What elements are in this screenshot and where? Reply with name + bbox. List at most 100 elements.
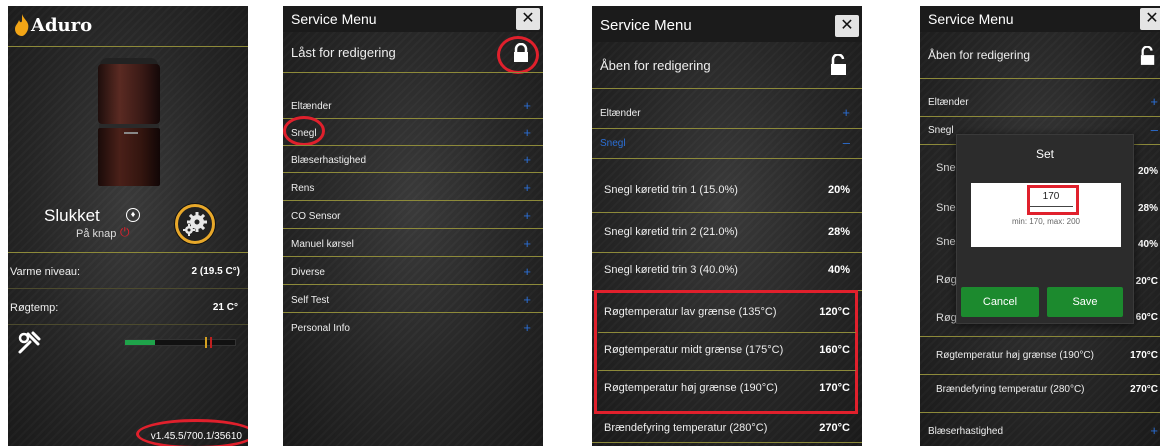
setting-value: 270°C	[1130, 384, 1158, 395]
stove-status: Slukket	[44, 206, 100, 225]
menu-item-self-test[interactable]: Self Test +	[283, 290, 543, 312]
lock-row[interactable]: Åben for redigering	[920, 32, 1160, 76]
menu-item-rens[interactable]: Rens +	[283, 178, 543, 200]
menu-item-diverse[interactable]: Diverse +	[283, 262, 543, 284]
group-eltaender[interactable]: Eltænder +	[592, 102, 862, 126]
setting-label: Røgtemperatur høj grænse (190°C)	[604, 382, 778, 394]
setting-row[interactable]: Røgtemperatur høj grænse (190°C) 170°C	[592, 372, 862, 408]
setting-label: Brændefyring temperatur (280°C)	[604, 422, 768, 434]
close-button[interactable]: ✕	[835, 15, 859, 37]
divider	[592, 442, 862, 443]
expand-icon: +	[523, 264, 531, 279]
setting-label: Snegl køretid trin 3 (40.0%)	[604, 264, 738, 276]
expand-icon: +	[523, 292, 531, 307]
setting-label: Røgtemperatur midt grænse (175°C)	[604, 344, 784, 356]
menu-item-blaeserhastighed[interactable]: Blæserhastighed +	[283, 150, 543, 172]
tools-icon[interactable]	[16, 330, 42, 362]
divider	[598, 332, 856, 333]
divider	[283, 284, 543, 285]
brand-name: Aduro	[31, 14, 93, 36]
service-menu-snegl: Service Menu ✕ Åben for redigering Eltæn…	[592, 6, 862, 446]
expand-icon: +	[523, 125, 531, 140]
power-icon[interactable]: ⏻	[120, 225, 130, 240]
divider	[283, 228, 543, 229]
close-button[interactable]: ✕	[516, 8, 540, 30]
close-button[interactable]: ✕	[1140, 8, 1160, 30]
expand-icon: +	[523, 236, 531, 251]
divider	[920, 412, 1160, 413]
service-menu-locked: Service Menu ✕ Låst for redigering Eltæn…	[283, 6, 543, 446]
status-bar	[124, 337, 236, 348]
collapse-icon: –	[1150, 122, 1158, 137]
menu-item-co-sensor[interactable]: CO Sensor +	[283, 206, 543, 228]
cancel-button[interactable]: Cancel	[961, 287, 1039, 317]
menu-header: Service Menu ✕	[920, 6, 1160, 32]
status-bar-marker-red	[210, 337, 212, 348]
lock-open-icon[interactable]	[1140, 46, 1156, 66]
divider	[8, 252, 248, 253]
divider	[8, 46, 248, 47]
divider	[592, 158, 862, 159]
divider	[920, 116, 1160, 117]
menu-header: Service Menu ✕	[592, 6, 862, 42]
brand-logo: Aduro	[14, 14, 92, 36]
setting-row[interactable]: Snegl køretid trin 2 (21.0%) 28%	[592, 214, 862, 250]
setting-value: 170°C	[1130, 350, 1158, 361]
status-bar-marker	[205, 337, 207, 348]
setting-row[interactable]: Snegl køretid trin 1 (15.0%) 20%	[592, 172, 862, 208]
setting-row[interactable]: Røgtemperatur lav grænse (135°C) 120°C	[592, 296, 862, 332]
menu-header: Service Menu ✕	[283, 6, 543, 32]
dialog-title: Set	[1035, 147, 1054, 161]
setting-value: 20°C	[1135, 276, 1158, 287]
divider	[598, 370, 856, 371]
menu-title: Service Menu	[928, 11, 1014, 27]
setting-row[interactable]: Brændefyring temperatur (280°C) 270°C	[920, 378, 1160, 408]
divider	[283, 200, 543, 201]
heat-level-value[interactable]: 2 (19.5 C°)	[192, 266, 240, 277]
setting-row[interactable]: Snegl køretid trin 3 (40.0%) 40%	[592, 252, 862, 288]
lock-open-icon[interactable]	[830, 54, 848, 76]
divider	[920, 78, 1160, 79]
smoke-temp-value: 21 C°	[212, 302, 238, 313]
expand-icon: +	[1150, 94, 1158, 109]
menu-item-label: Diverse	[291, 267, 325, 278]
value-input-panel: 170 min: 170, max: 200	[971, 183, 1121, 247]
settings-button[interactable]	[175, 204, 215, 244]
divider	[283, 256, 543, 257]
expand-icon: +	[523, 208, 531, 223]
menu-item-label: Personal Info	[291, 323, 350, 334]
gear-icon	[183, 212, 207, 236]
expand-icon: +	[1150, 423, 1158, 438]
save-button[interactable]: Save	[1047, 287, 1123, 317]
setting-value: 20%	[1137, 166, 1158, 177]
setting-label: Røgtemperatur lav grænse (135°C)	[604, 306, 777, 318]
setting-row[interactable]: Røgtemperatur høj grænse (190°C) 170°C	[920, 344, 1160, 374]
smoke-temp-label: Røgtemp:	[10, 302, 59, 314]
highlight-ring	[497, 36, 539, 74]
collapse-icon: –	[842, 135, 850, 150]
divider	[283, 172, 543, 173]
setting-label: Brændefyring temperatur (280°C)	[936, 384, 1085, 395]
divider	[592, 88, 862, 89]
group-blaeserhastighed[interactable]: Blæserhastighed +	[920, 422, 1160, 444]
group-eltaender[interactable]: Eltænder +	[920, 92, 1160, 114]
flame-icon	[15, 14, 29, 36]
heat-level-label: Varme niveau:	[10, 266, 81, 278]
divider	[920, 336, 1160, 337]
group-label: Eltænder	[928, 97, 969, 108]
group-snegl[interactable]: Snegl –	[592, 132, 862, 156]
lock-row[interactable]: Åben for redigering	[592, 42, 862, 88]
flame-info-icon[interactable]: ♦	[126, 208, 140, 222]
divider	[283, 118, 543, 119]
expand-icon: +	[842, 105, 850, 120]
setting-row[interactable]: Røgtemperatur midt grænse (175°C) 160°C	[592, 334, 862, 370]
setting-label: Snegl køretid trin 2 (21.0%)	[604, 226, 738, 238]
setting-value: 120°C	[819, 306, 850, 318]
menu-item-eltaender[interactable]: Eltænder +	[283, 96, 543, 118]
menu-item-personal-info[interactable]: Personal Info +	[283, 318, 543, 340]
highlight-ring	[283, 116, 325, 146]
divider	[592, 128, 862, 129]
menu-item-label: CO Sensor	[291, 211, 341, 222]
setting-value: 160°C	[819, 344, 850, 356]
menu-item-manuel-koersel[interactable]: Manuel kørsel +	[283, 234, 543, 256]
